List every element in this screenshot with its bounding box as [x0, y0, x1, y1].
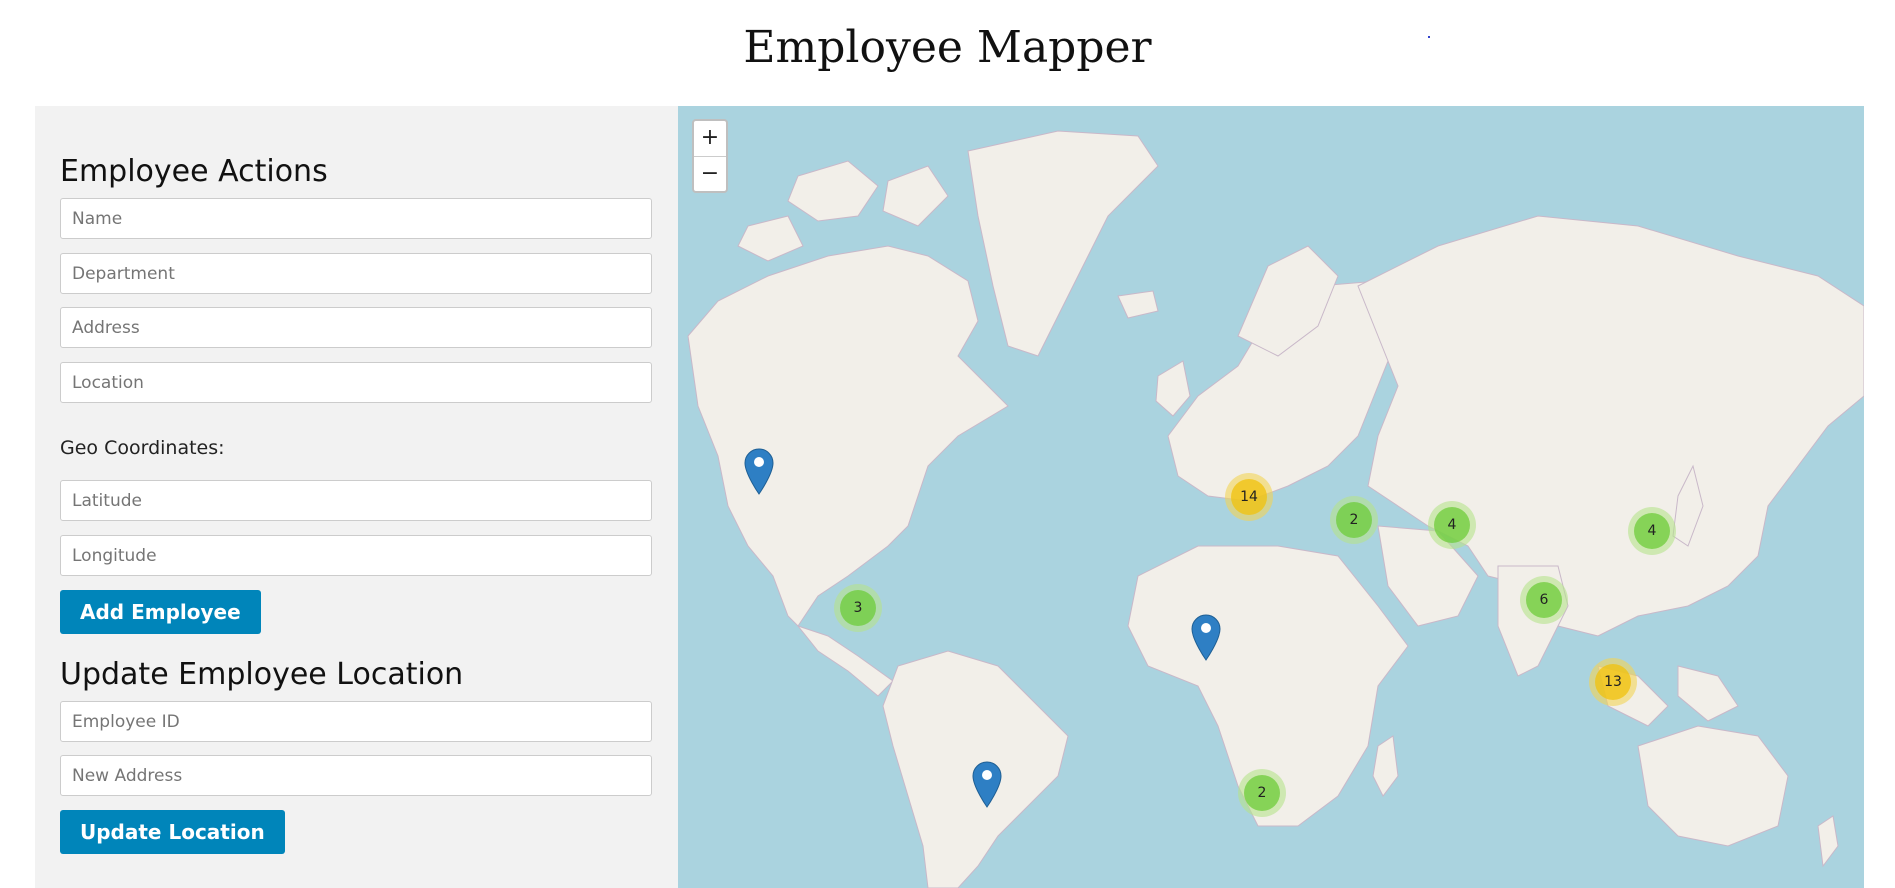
employee-id-input[interactable] — [60, 701, 652, 742]
zoom-in-button[interactable]: + — [694, 121, 726, 157]
department-input[interactable] — [60, 253, 652, 294]
sidebar-panel: Employee Actions Geo Coordinates: Add Em… — [35, 106, 678, 888]
marker-cluster[interactable]: 3 — [834, 584, 882, 632]
world-map[interactable]: + − 14 2 4 4 3 6 13 2 — [678, 106, 1864, 888]
latitude-input[interactable] — [60, 480, 652, 521]
cluster-count: 14 — [1231, 479, 1267, 515]
marker-cluster[interactable]: 13 — [1589, 658, 1637, 706]
page-title: Employee Mapper — [743, 22, 1152, 73]
update-location-heading: Update Employee Location — [60, 657, 464, 692]
marker-cluster[interactable]: 14 — [1225, 473, 1273, 521]
geo-coordinates-label: Geo Coordinates: — [60, 437, 225, 459]
cluster-count: 3 — [840, 590, 876, 626]
update-location-button[interactable]: Update Location — [60, 810, 285, 854]
cluster-count: 4 — [1434, 507, 1470, 543]
map-pin-icon[interactable] — [970, 759, 1004, 809]
add-employee-button[interactable]: Add Employee — [60, 590, 261, 634]
zoom-control: + − — [692, 119, 728, 193]
longitude-input[interactable] — [60, 535, 652, 576]
new-address-input[interactable] — [60, 755, 652, 796]
address-input[interactable] — [60, 307, 652, 348]
marker-cluster[interactable]: 4 — [1428, 501, 1476, 549]
marker-cluster[interactable]: 4 — [1628, 507, 1676, 555]
map-pin-icon[interactable] — [1189, 612, 1223, 662]
cluster-count: 2 — [1244, 775, 1280, 811]
cluster-count: 6 — [1526, 582, 1562, 618]
cluster-count: 4 — [1634, 513, 1670, 549]
decorative-dot — [1428, 36, 1430, 38]
cluster-count: 2 — [1336, 502, 1372, 538]
marker-cluster[interactable]: 6 — [1520, 576, 1568, 624]
marker-cluster[interactable]: 2 — [1238, 769, 1286, 817]
marker-cluster[interactable]: 2 — [1330, 496, 1378, 544]
map-pin-icon[interactable] — [742, 446, 776, 496]
cluster-count: 13 — [1595, 664, 1631, 700]
name-input[interactable] — [60, 198, 652, 239]
employee-actions-heading: Employee Actions — [60, 154, 328, 189]
location-input[interactable] — [60, 362, 652, 403]
zoom-out-button[interactable]: − — [694, 157, 726, 192]
